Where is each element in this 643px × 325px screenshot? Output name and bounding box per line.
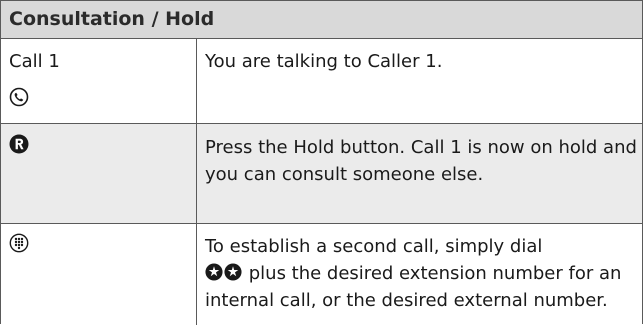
table-title: Consultation / Hold [9, 8, 215, 30]
star-key-icon [205, 263, 223, 281]
keypad-icon [9, 233, 29, 253]
row-1-description: You are talking to Caller 1. [205, 51, 443, 72]
row-3-description: To establish a second call, simply dial … [205, 233, 637, 314]
star-key-icon [224, 263, 242, 281]
consultation-hold-table: Consultation / Hold Call 1 You are talki… [0, 0, 643, 325]
handset-icon [9, 87, 29, 107]
row-divider [1, 223, 642, 224]
row-3-description-part1: To establish a second call, simply dial [205, 236, 543, 257]
row-3-description-part2: plus the desired extension number for an… [205, 263, 622, 311]
row-2-description: Press the Hold button. Call 1 is now on … [205, 137, 637, 185]
r-key-icon [9, 134, 29, 154]
table-header: Consultation / Hold [1, 1, 642, 39]
call-1-label: Call 1 [9, 51, 60, 72]
column-divider [196, 39, 197, 325]
